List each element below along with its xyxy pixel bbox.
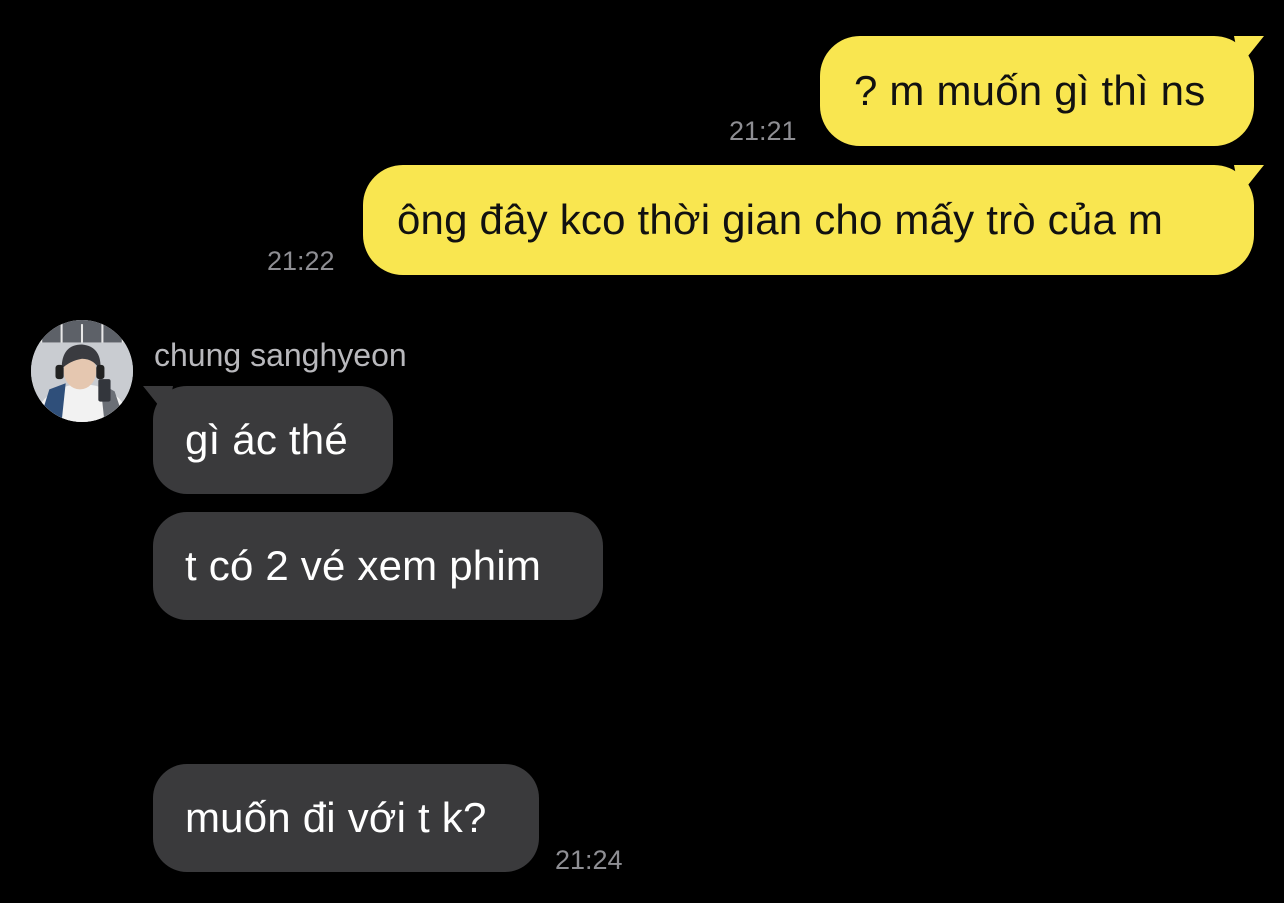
message-text: ? m muốn gì thì ns (854, 67, 1206, 114)
bubble-tail-icon (143, 386, 173, 416)
message-text: muốn đi với t k? (185, 794, 487, 841)
profile-photo-icon (31, 320, 133, 422)
message-timestamp: 21:22 (267, 246, 335, 276)
outgoing-message-bubble[interactable]: ? m muốn gì thì ns (820, 36, 1264, 146)
incoming-message-bubble[interactable]: gì ác thé (143, 386, 393, 494)
message-text: t có 2 vé xem phim (185, 542, 542, 589)
incoming-message-bubble[interactable]: t có 2 vé xem phim (153, 512, 603, 620)
bubble-tail-icon (1234, 36, 1264, 66)
message-text: ông đây kco thời gian cho mấy trò của m (397, 196, 1164, 243)
contact-avatar[interactable] (31, 320, 133, 422)
message-text: gì ác thé (185, 416, 348, 463)
outgoing-message-bubble[interactable]: ông đây kco thời gian cho mấy trò của m (363, 165, 1264, 275)
bubble-tail-icon (1234, 165, 1264, 195)
message-timestamp: 21:21 (729, 116, 797, 146)
incoming-message-bubble[interactable]: muốn đi với t k? (153, 764, 539, 872)
sender-name: chung sanghyeon (154, 337, 407, 373)
message-timestamp: 21:24 (555, 845, 623, 875)
